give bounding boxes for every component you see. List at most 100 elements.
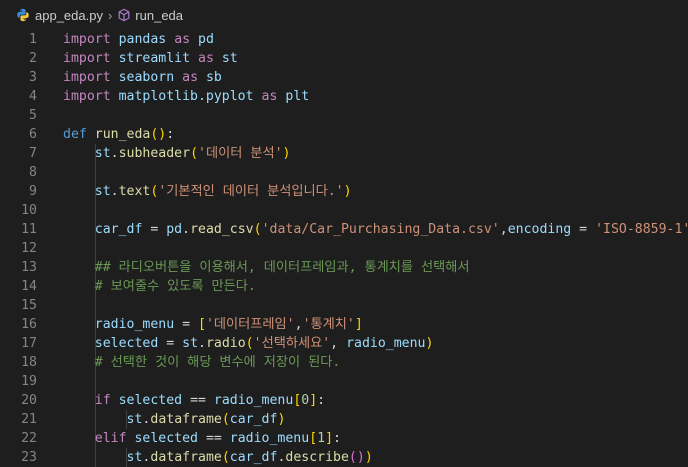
code-text: import seaborn as sb <box>63 68 222 87</box>
code-token: elif <box>94 431 127 446</box>
code-text: # 보여줄수 있도록 만든다. <box>63 277 256 296</box>
code-token: import <box>63 70 111 85</box>
code-token: , <box>499 222 508 237</box>
code-token: , <box>330 336 347 351</box>
code-token: ] <box>325 431 334 446</box>
line-number: 16 <box>21 317 37 332</box>
code-token: radio_menu <box>94 317 175 332</box>
code-text: st.dataframe(car_df) <box>63 410 286 429</box>
line-number: 12 <box>21 241 37 256</box>
code-token: = <box>142 222 167 237</box>
code-token: car_df <box>94 222 143 237</box>
code-line[interactable]: 2 import streamlit as st <box>0 49 688 68</box>
code-token: # 보여줄수 있도록 만든다. <box>94 279 256 294</box>
code-token: dataframe <box>150 412 222 427</box>
code-text: ## 라디오버튼을 이용해서, 데이터프레임과, 통계치를 선택해서 <box>63 258 470 277</box>
code-token: == <box>198 431 230 446</box>
code-line[interactable]: 22 elif selected == radio_menu[1]: <box>0 429 688 448</box>
code-line[interactable]: 18 # 선택한 것이 해당 변수에 저장이 된다. <box>0 353 688 372</box>
code-token: pd <box>198 32 214 47</box>
code-text: import matplotlib.pyplot as plt <box>63 87 309 106</box>
code-line[interactable]: 3 import seaborn as sb <box>0 68 688 87</box>
code-line[interactable]: 21 st.dataframe(car_df) <box>0 410 688 429</box>
method-cube-icon <box>118 8 130 22</box>
code-line[interactable]: 20 if selected == radio_menu[0]: <box>0 391 688 410</box>
code-line[interactable]: 4 import matplotlib.pyplot as plt <box>0 87 688 106</box>
code-line[interactable]: 13 ## 라디오버튼을 이용해서, 데이터프레임과, 통계치를 선택해서 <box>0 258 688 277</box>
code-token: seaborn <box>118 70 175 85</box>
code-token: dataframe <box>150 450 222 465</box>
code-text: elif selected == radio_menu[1]: <box>63 429 341 448</box>
breadcrumb: app_eda.py › run_eda <box>0 0 688 30</box>
code-token: ( <box>221 412 230 427</box>
code-token: selected <box>134 431 199 446</box>
code-token: ( <box>221 450 230 465</box>
code-token: ] <box>309 393 318 408</box>
code-token: = <box>174 317 198 332</box>
line-number: 15 <box>21 298 37 313</box>
code-token: ] <box>354 317 363 332</box>
line-number: 11 <box>21 222 37 237</box>
code-line[interactable]: 11 car_df = pd.read_csv('data/Car_Purcha… <box>0 220 688 239</box>
indent-guide <box>95 296 96 315</box>
code-line[interactable]: 16 radio_menu = ['데이터프레임','통계치'] <box>0 315 688 334</box>
code-line[interactable]: 7 st.subheader('데이터 분석') <box>0 144 688 163</box>
code-token: . <box>110 184 119 199</box>
code-token: read_csv <box>190 222 254 237</box>
code-token: matplotlib.pyplot <box>118 89 254 104</box>
code-token: ( <box>245 336 254 351</box>
code-line[interactable]: 10 <box>0 201 688 220</box>
code-token: = <box>158 336 183 351</box>
breadcrumb-symbol-label: run_eda <box>135 7 184 23</box>
breadcrumb-symbol[interactable]: run_eda <box>117 8 183 23</box>
code-token: . <box>182 222 191 237</box>
code-token: sb <box>205 70 222 85</box>
code-line[interactable]: 6 def run_eda(): <box>0 125 688 144</box>
code-line[interactable]: 9 st.text('기본적인 데이터 분석입니다.') <box>0 182 688 201</box>
code-line[interactable]: 5 <box>0 106 688 125</box>
code-text: st.text('기본적인 데이터 분석입니다.') <box>63 182 352 201</box>
code-token: ( <box>253 222 262 237</box>
code-token: import <box>63 32 111 47</box>
breadcrumb-file[interactable]: app_eda.py <box>16 8 103 23</box>
code-token: ) <box>343 184 352 199</box>
line-number: 21 <box>21 412 37 427</box>
code-line[interactable]: 8 <box>0 163 688 182</box>
code-editor[interactable]: 1 import pandas as pd 2 import streamlit as… <box>0 30 688 467</box>
code-token: ) <box>282 146 291 161</box>
code-token: car_df <box>229 450 278 465</box>
code-line[interactable]: 19 <box>0 372 688 391</box>
code-token: radio_menu <box>346 336 426 351</box>
code-line[interactable]: 17 selected = st.radio('선택하세요', radio_me… <box>0 334 688 353</box>
code-line[interactable]: 12 <box>0 239 688 258</box>
code-text: def run_eda(): <box>63 125 174 144</box>
code-line[interactable]: 15 <box>0 296 688 315</box>
code-token: pd <box>166 222 183 237</box>
line-number: 14 <box>21 279 37 294</box>
indent-guide <box>95 372 96 391</box>
code-line[interactable]: 23 st.dataframe(car_df.describe()) <box>0 448 688 467</box>
code-token: describe <box>285 450 349 465</box>
code-token: 'data/Car_Purchasing_Data.csv' <box>261 222 500 237</box>
code-token: text <box>118 184 151 199</box>
code-token: ) <box>425 336 434 351</box>
code-line[interactable]: 14 # 보여줄수 있도록 만든다. <box>0 277 688 296</box>
code-text: import streamlit as st <box>63 49 238 68</box>
code-token: '데이터 분석' <box>198 146 283 161</box>
code-token: selected <box>94 336 159 351</box>
code-token: encoding <box>507 222 572 237</box>
code-line[interactable]: 1 import pandas as pd <box>0 30 688 49</box>
code-token: . <box>198 336 206 351</box>
code-token: ## 라디오버튼을 이용해서, 데이터프레임과, 통계치를 선택해서 <box>94 260 470 275</box>
indent-guide <box>95 201 96 220</box>
